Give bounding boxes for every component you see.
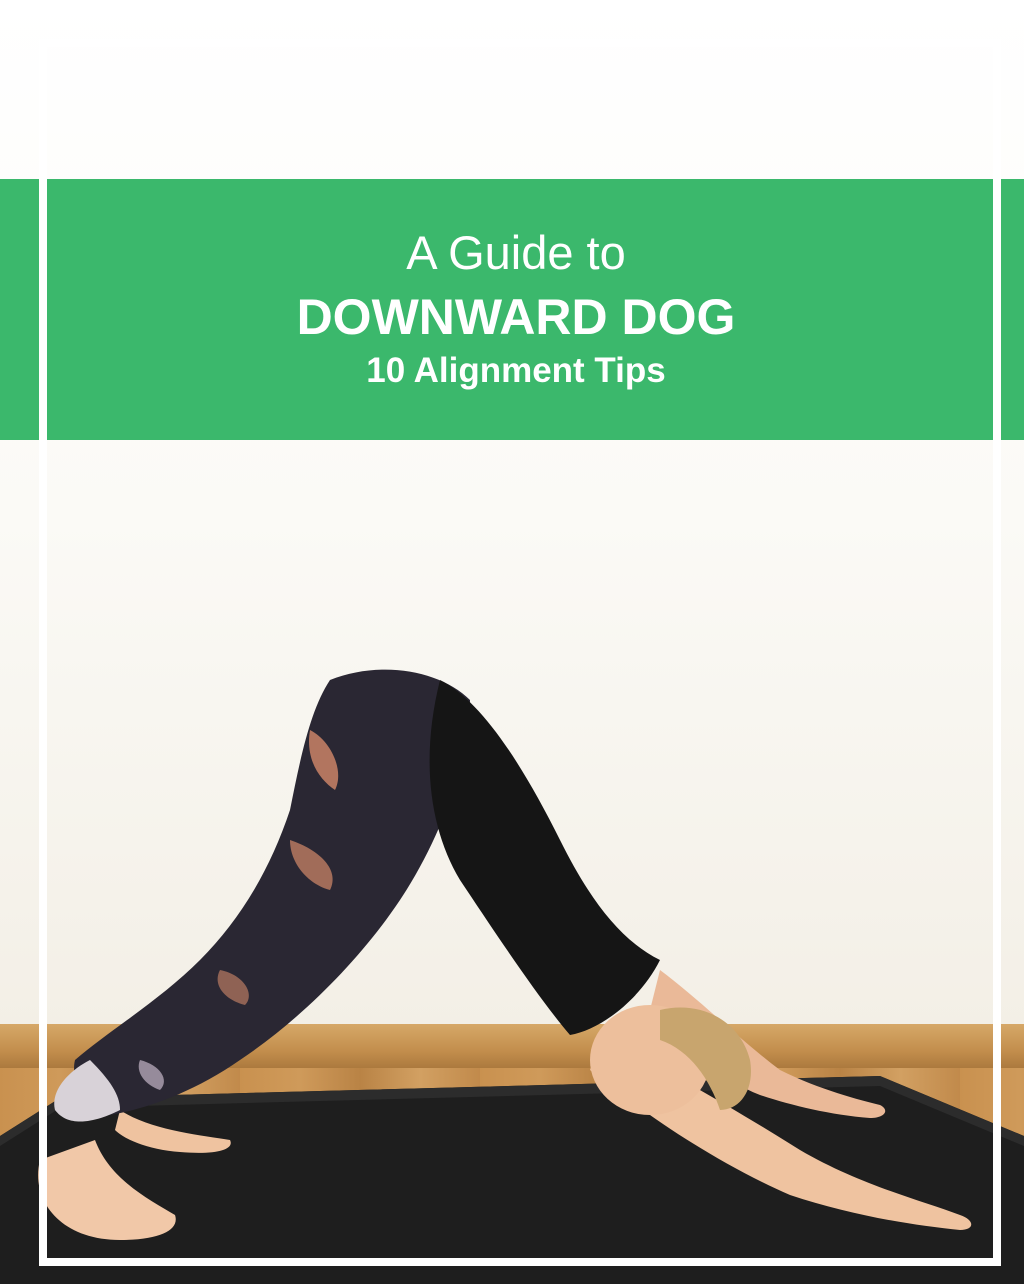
cover-page: A Guide to DOWNWARD DOG 10 Alignment Tip…	[0, 0, 1024, 1284]
subtitle: 10 Alignment Tips	[366, 351, 666, 390]
title-line-2: DOWNWARD DOG	[296, 289, 736, 345]
title-block: A Guide to DOWNWARD DOG 10 Alignment Tip…	[47, 179, 985, 440]
title-line-1: A Guide to	[406, 226, 626, 279]
